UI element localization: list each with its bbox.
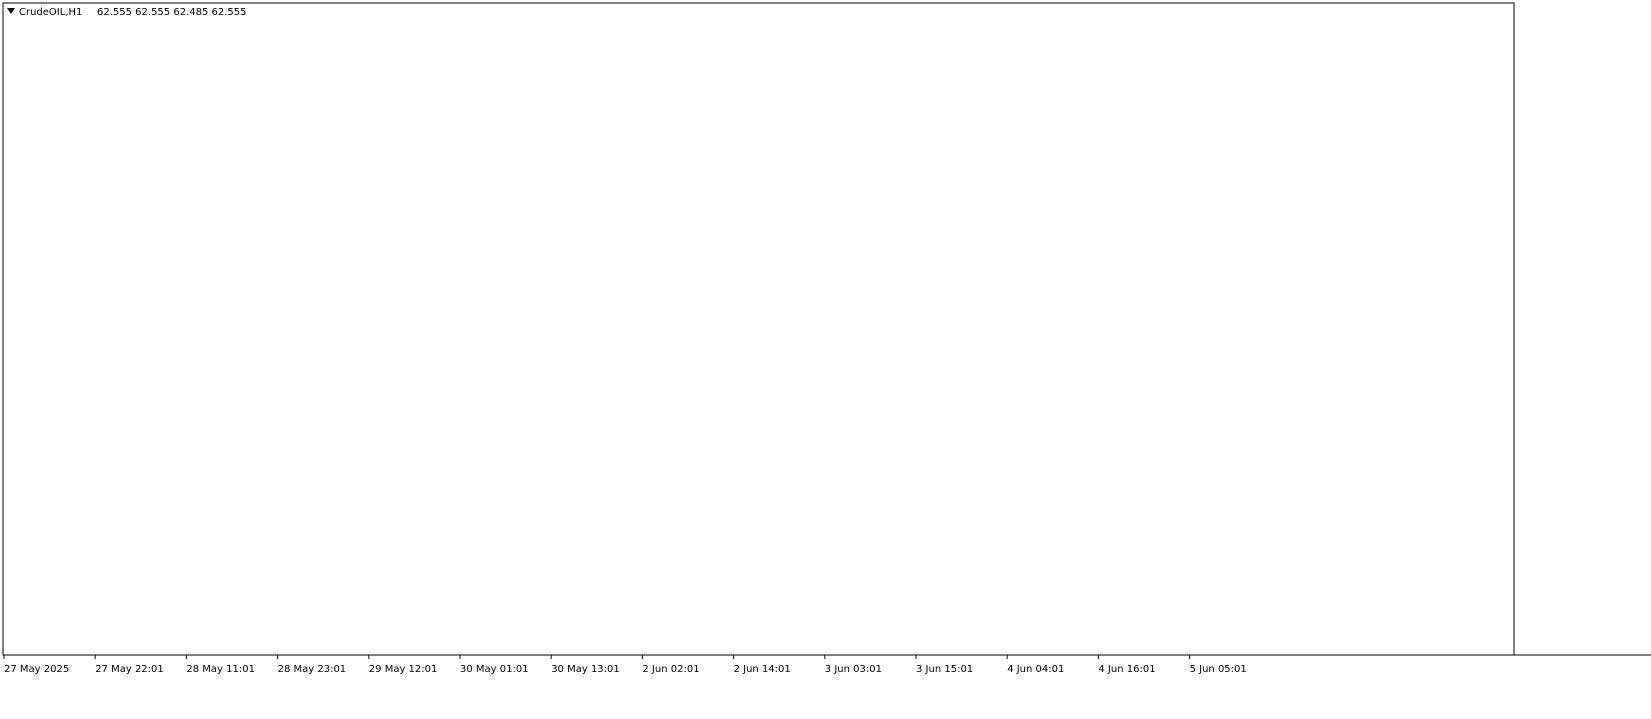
x-tick-label: 29 May 12:01 (369, 664, 438, 675)
x-tick-label: 28 May 11:01 (186, 664, 255, 675)
price-chart[interactable]: 65.00064.50064.00063.50063.00062.50062.0… (0, 0, 1651, 719)
x-tick-label: 5 Jun 05:01 (1190, 664, 1247, 675)
chart-symbol: CrudeOIL,H1 (19, 7, 82, 18)
x-tick-label: 4 Jun 16:01 (1098, 664, 1155, 675)
x-tick-label: 30 May 01:01 (460, 664, 529, 675)
x-tick-label: 28 May 23:01 (278, 664, 347, 675)
x-tick-label: 4 Jun 04:01 (1007, 664, 1064, 675)
x-tick-label: 27 May 22:01 (95, 664, 164, 675)
x-tick-label: 2 Jun 02:01 (642, 664, 699, 675)
chart-ohlc: 62.555 62.555 62.485 62.555 (97, 7, 247, 18)
x-tick-label: 30 May 13:01 (551, 664, 620, 675)
x-tick-label: 3 Jun 15:01 (916, 664, 973, 675)
x-tick-label: 2 Jun 14:01 (734, 664, 791, 675)
chart-background (0, 0, 1651, 719)
x-tick-label: 3 Jun 03:01 (825, 664, 882, 675)
x-tick-label: 27 May 2025 (4, 664, 69, 675)
